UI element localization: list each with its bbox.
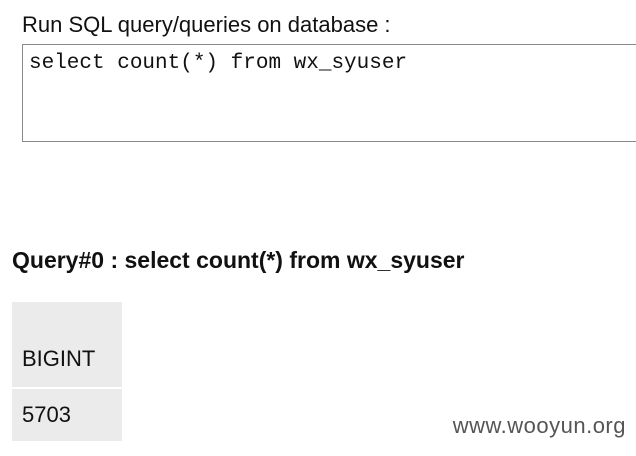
watermark-text: www.wooyun.org [452,413,626,438]
query-result-table: BIGINT 5703 [12,302,122,441]
table-row: 5703 [12,388,122,441]
table-cell-count-value: 5703 [12,388,122,441]
sql-query-label: Run SQL query/queries on database : [22,12,391,37]
column-header-label: BIGINT [22,346,96,371]
sql-query-textarea[interactable]: select count(*) from wx_syuser [22,44,636,142]
table-header-row: BIGINT [12,302,122,388]
column-header-bigint: BIGINT [12,302,122,388]
query-result-heading: Query#0 : select count(*) from wx_syuser [12,247,465,273]
